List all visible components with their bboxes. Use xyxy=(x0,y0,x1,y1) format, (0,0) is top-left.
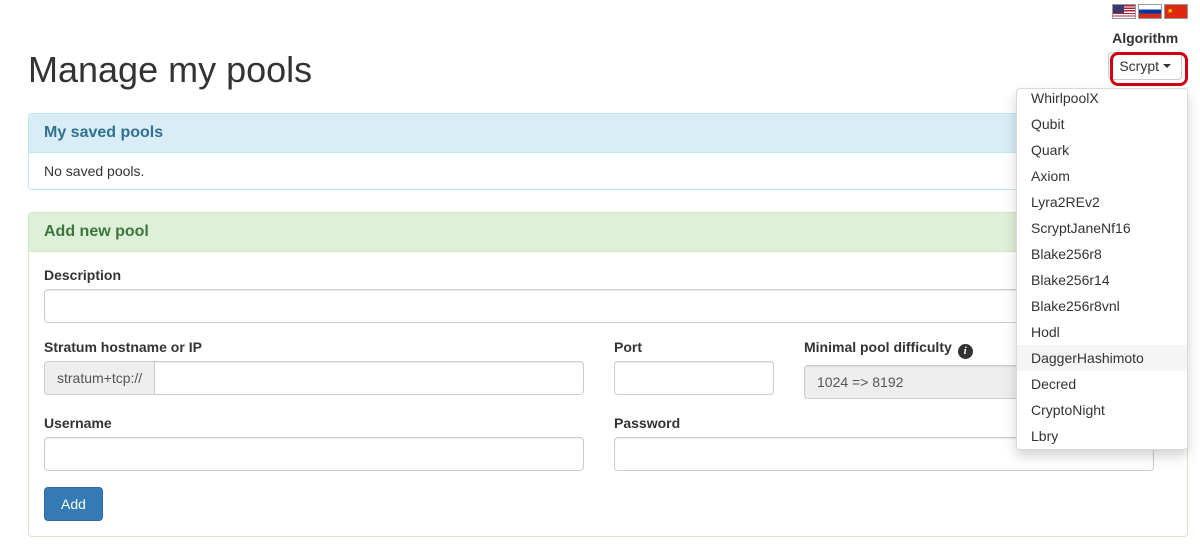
algorithm-option[interactable]: Lyra2REv2 xyxy=(1017,189,1187,215)
username-input[interactable] xyxy=(44,437,584,471)
saved-pools-empty: No saved pools. xyxy=(29,153,1187,189)
add-pool-panel: Add new pool Recommended pools Descripti… xyxy=(28,212,1188,537)
stratum-prefix: stratum+tcp:// xyxy=(44,361,154,395)
flag-ru[interactable] xyxy=(1138,4,1162,19)
algorithm-option[interactable]: ScryptJaneNf16 xyxy=(1017,215,1187,241)
algorithm-option[interactable]: Hodl xyxy=(1017,319,1187,345)
description-input[interactable] xyxy=(44,289,1172,323)
algorithm-option[interactable]: Qubit xyxy=(1017,111,1187,137)
caret-down-icon xyxy=(1163,64,1171,68)
description-label: Description xyxy=(44,267,1172,283)
algorithm-label: Algorithm xyxy=(1108,30,1182,46)
algorithm-dropdown-menu[interactable]: WhirlpoolXQubitQuarkAxiomLyra2REv2Scrypt… xyxy=(1016,88,1188,450)
language-flags: ★ xyxy=(0,0,1200,19)
algorithm-selector: Algorithm Scrypt xyxy=(1108,30,1182,80)
algorithm-option[interactable]: Axiom xyxy=(1017,163,1187,189)
algorithm-option[interactable]: Blake256r14 xyxy=(1017,267,1187,293)
algorithm-selected-text: Scrypt xyxy=(1119,58,1159,74)
algorithm-option[interactable]: Quark xyxy=(1017,137,1187,163)
algorithm-option[interactable]: Blake256r8 xyxy=(1017,241,1187,267)
flag-us[interactable] xyxy=(1112,4,1136,19)
add-button[interactable]: Add xyxy=(44,487,103,521)
page-title: Manage my pools xyxy=(28,49,1188,91)
algorithm-option[interactable]: Decred xyxy=(1017,371,1187,397)
saved-pools-heading: My saved pools xyxy=(29,114,1187,153)
stratum-input[interactable] xyxy=(154,361,584,395)
algorithm-option[interactable]: WhirlpoolX xyxy=(1017,89,1187,111)
saved-pools-panel: My saved pools No saved pools. xyxy=(28,113,1188,190)
stratum-label: Stratum hostname or IP xyxy=(44,339,584,355)
algorithm-dropdown-button[interactable]: Scrypt xyxy=(1108,52,1182,80)
algorithm-option[interactable]: DaggerHashimoto xyxy=(1017,345,1187,371)
port-label: Port xyxy=(614,339,774,355)
username-label: Username xyxy=(44,415,584,431)
algorithm-option[interactable]: CryptoNight xyxy=(1017,397,1187,423)
info-icon[interactable]: i xyxy=(958,344,973,359)
port-input[interactable] xyxy=(614,361,774,395)
algorithm-option[interactable]: Lbry xyxy=(1017,423,1187,449)
add-pool-heading: Add new pool xyxy=(44,223,149,241)
algorithm-option[interactable]: Blake256r8vnl xyxy=(1017,293,1187,319)
flag-cn[interactable]: ★ xyxy=(1164,4,1188,19)
